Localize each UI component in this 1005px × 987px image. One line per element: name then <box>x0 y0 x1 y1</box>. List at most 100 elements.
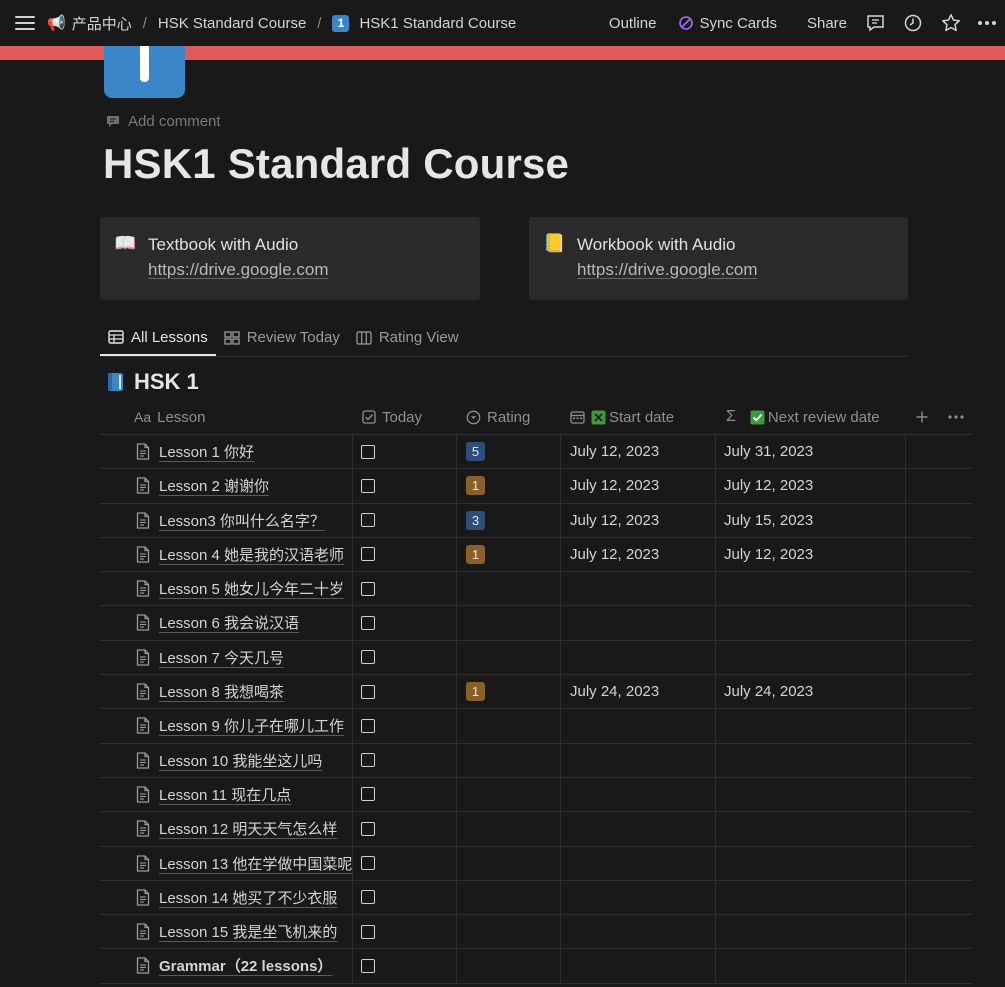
lesson-cell[interactable]: Lesson 12 明天天气怎么样 <box>136 812 337 845</box>
share-button[interactable]: Share <box>807 15 847 32</box>
rating-cell[interactable]: 3 <box>466 504 485 537</box>
more-options-icon[interactable] <box>977 13 997 33</box>
lesson-name[interactable]: Lesson 4 她是我的汉语老师 <box>159 544 344 565</box>
clock-icon[interactable] <box>903 13 923 33</box>
card-link[interactable]: https://drive.google.com <box>577 260 757 280</box>
table-row[interactable]: Lesson 7 今天几号 <box>100 640 972 676</box>
table-more-icon[interactable] <box>948 400 964 434</box>
tab-review-today[interactable]: Review Today <box>216 320 348 355</box>
today-checkbox[interactable] <box>361 650 375 665</box>
table-row[interactable]: Lesson 2 谢谢你 1 July 12, 2023 July 12, 20… <box>100 469 972 504</box>
card-link[interactable]: https://drive.google.com <box>148 260 328 280</box>
column-header-start-date[interactable]: Start date <box>570 400 674 434</box>
lesson-name[interactable]: Lesson 11 现在几点 <box>159 784 291 805</box>
lesson-cell[interactable]: Lesson3 你叫什么名字？ <box>136 504 325 537</box>
start-date-cell[interactable]: July 24, 2023 <box>570 675 659 708</box>
today-checkbox[interactable] <box>361 615 375 630</box>
outline-button[interactable]: Outline <box>609 15 657 32</box>
lesson-name[interactable]: Lesson3 你叫什么名字？ <box>159 510 325 531</box>
lesson-cell[interactable]: Grammar（22 lessons） <box>136 949 332 982</box>
table-row[interactable]: Lesson3 你叫什么名字？ 3 July 12, 2023 July 15,… <box>100 503 972 538</box>
today-checkbox[interactable] <box>361 513 375 528</box>
lesson-cell[interactable]: Lesson 7 今天几号 <box>136 641 284 674</box>
rating-cell[interactable]: 5 <box>466 435 485 468</box>
table-row[interactable]: Lesson 9 你儿子在哪儿工作 <box>100 709 972 744</box>
column-header-lesson[interactable]: Aa Lesson <box>134 400 206 434</box>
lesson-name[interactable]: Lesson 12 明天天气怎么样 <box>159 818 337 839</box>
lesson-name[interactable]: Lesson 5 她女儿今年二十岁 <box>159 578 344 599</box>
start-date-cell[interactable]: July 12, 2023 <box>570 538 659 571</box>
table-row[interactable]: Lesson 14 她买了不少衣服 <box>100 880 972 916</box>
start-date-cell[interactable]: July 12, 2023 <box>570 435 659 468</box>
lesson-name[interactable]: Lesson 2 谢谢你 <box>159 475 269 496</box>
today-checkbox[interactable] <box>361 581 375 596</box>
lesson-name[interactable]: Lesson 6 我会说汉语 <box>159 612 299 633</box>
breadcrumb-item-0[interactable]: 产品中心 <box>72 13 132 34</box>
today-checkbox[interactable] <box>361 890 375 905</box>
column-header-today[interactable]: Today <box>362 400 422 434</box>
today-checkbox[interactable] <box>361 718 375 733</box>
lesson-cell[interactable]: Lesson 4 她是我的汉语老师 <box>136 538 344 571</box>
add-comment-button[interactable]: Add comment <box>106 113 221 130</box>
group-title[interactable]: HSK 1 <box>106 369 199 395</box>
column-header-rating[interactable]: Rating <box>466 400 530 434</box>
lesson-name[interactable]: Lesson 7 今天几号 <box>159 647 284 668</box>
today-checkbox[interactable] <box>361 958 375 973</box>
lesson-cell[interactable]: Lesson 2 谢谢你 <box>136 469 269 502</box>
lesson-name[interactable]: Lesson 10 我能坐这儿吗 <box>159 750 322 771</box>
rating-cell[interactable]: 1 <box>466 469 485 502</box>
table-row[interactable]: Lesson 15 我是坐飞机来的 <box>100 915 972 950</box>
breadcrumb-item-1[interactable]: HSK Standard Course <box>158 15 306 32</box>
lesson-cell[interactable]: Lesson 10 我能坐这儿吗 <box>136 744 322 777</box>
table-row[interactable]: Grammar（22 lessons） <box>100 949 972 984</box>
star-icon[interactable] <box>941 13 961 33</box>
breadcrumb-item-2[interactable]: HSK1 Standard Course <box>359 15 516 32</box>
comment-icon[interactable] <box>865 13 885 33</box>
today-checkbox[interactable] <box>361 924 375 939</box>
start-date-cell[interactable]: July 12, 2023 <box>570 504 659 537</box>
tab-rating-view[interactable]: Rating View <box>348 320 467 355</box>
lesson-name[interactable]: Lesson 9 你儿子在哪儿工作 <box>159 715 344 736</box>
lesson-cell[interactable]: Lesson 13 他在学做中国菜呢 <box>136 847 352 880</box>
today-checkbox[interactable] <box>361 478 375 493</box>
today-checkbox[interactable] <box>361 444 375 459</box>
lesson-name[interactable]: Grammar（22 lessons） <box>159 955 332 976</box>
today-checkbox[interactable] <box>361 787 375 802</box>
table-row[interactable]: Lesson 1 你好 5 July 12, 2023 July 31, 202… <box>100 435 972 470</box>
table-row[interactable]: Lesson 10 我能坐这儿吗 <box>100 743 972 778</box>
lesson-name[interactable]: Lesson 1 你好 <box>159 441 254 462</box>
rating-cell[interactable]: 1 <box>466 538 485 571</box>
lesson-cell[interactable]: Lesson 9 你儿子在哪儿工作 <box>136 709 344 742</box>
today-checkbox[interactable] <box>361 684 375 699</box>
rating-cell[interactable]: 1 <box>466 675 485 708</box>
table-row[interactable]: Lesson 8 我想喝茶 1 July 24, 2023 July 24, 2… <box>100 675 972 710</box>
menu-icon[interactable] <box>15 16 35 30</box>
tab-all-lessons[interactable]: All Lessons <box>100 320 216 356</box>
table-row[interactable]: Lesson 13 他在学做中国菜呢 <box>100 846 972 881</box>
lesson-name[interactable]: Lesson 15 我是坐飞机来的 <box>159 921 337 942</box>
table-row[interactable]: Lesson 6 我会说汉语 <box>100 606 972 641</box>
today-checkbox[interactable] <box>361 547 375 562</box>
column-header-next-review-date[interactable]: Σ Next review date <box>726 400 880 434</box>
today-checkbox[interactable] <box>361 753 375 768</box>
add-property-icon[interactable] <box>915 400 929 434</box>
textbook-card[interactable]: 📖 Textbook with Audio https://drive.goog… <box>100 217 480 300</box>
table-row[interactable]: Lesson 5 她女儿今年二十岁 <box>100 572 972 607</box>
lesson-cell[interactable]: Lesson 14 她买了不少衣服 <box>136 881 337 914</box>
lesson-name[interactable]: Lesson 14 她买了不少衣服 <box>159 887 337 908</box>
table-row[interactable]: Lesson 4 她是我的汉语老师 1 July 12, 2023 July 1… <box>100 537 972 573</box>
lesson-cell[interactable]: Lesson 5 她女儿今年二十岁 <box>136 572 344 605</box>
lesson-name[interactable]: Lesson 13 他在学做中国菜呢 <box>159 853 352 874</box>
lesson-cell[interactable]: Lesson 11 现在几点 <box>136 778 291 811</box>
lesson-cell[interactable]: Lesson 15 我是坐飞机来的 <box>136 915 337 948</box>
start-date-cell[interactable]: July 12, 2023 <box>570 469 659 502</box>
lesson-cell[interactable]: Lesson 6 我会说汉语 <box>136 606 299 639</box>
sync-cards-button[interactable]: Sync Cards <box>678 15 777 32</box>
today-checkbox[interactable] <box>361 821 375 836</box>
lesson-cell[interactable]: Lesson 1 你好 <box>136 435 254 468</box>
lesson-name[interactable]: Lesson 8 我想喝茶 <box>159 681 284 702</box>
today-checkbox[interactable] <box>361 856 375 871</box>
table-row[interactable]: Lesson 11 现在几点 <box>100 777 972 813</box>
table-row[interactable]: Lesson 12 明天天气怎么样 <box>100 812 972 847</box>
workbook-card[interactable]: 📒 Workbook with Audio https://drive.goog… <box>529 217 908 300</box>
